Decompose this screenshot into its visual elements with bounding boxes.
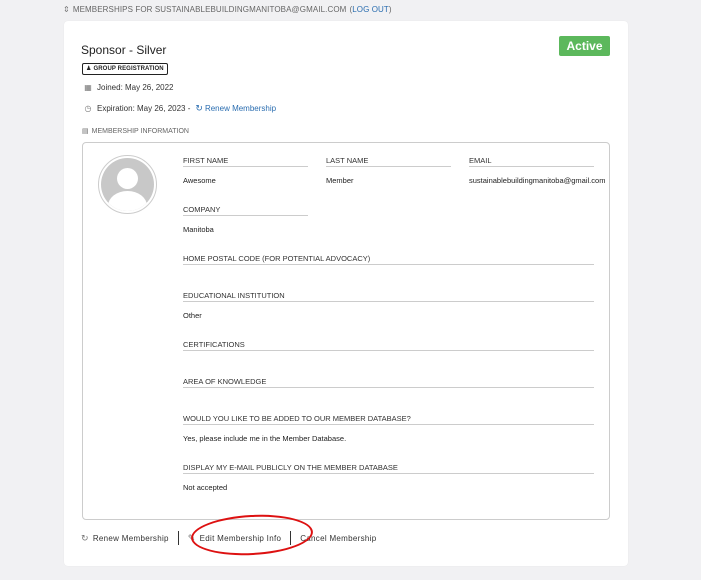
field-label: CERTIFICATIONS xyxy=(183,340,594,351)
edit-membership-label: Edit Membership Info xyxy=(199,533,282,543)
expiration-line: ◷ Expiration: May 26, 2023 - ↻ Renew Mem… xyxy=(84,103,277,114)
field-value: Yes, please include me in the Member Dat… xyxy=(183,434,347,443)
renew-link[interactable]: ↻ Renew Membership xyxy=(195,103,276,114)
field-certifications: CERTIFICATIONS xyxy=(183,340,594,351)
paren-close: ) xyxy=(388,5,392,14)
field-display-email: DISPLAY MY E-MAIL PUBLICLY ON THE MEMBER… xyxy=(183,463,594,492)
membership-title: Sponsor - Silver xyxy=(81,43,167,57)
membership-info-panel: FIRST NAME Awesome LAST NAME Member EMAI… xyxy=(82,142,610,520)
field-company: COMPANY Manitoba xyxy=(183,205,308,234)
action-separator xyxy=(290,531,292,545)
field-first-name: FIRST NAME Awesome xyxy=(183,156,308,185)
id-card-icon: ▤ xyxy=(82,128,89,135)
edit-icon: ✎ xyxy=(187,532,196,543)
field-email: EMAIL sustainablebuildingmanitoba@gmail.… xyxy=(469,156,606,185)
field-educational-institution: EDUCATIONAL INSTITUTION Other xyxy=(183,291,594,320)
membership-info-heading: ▤ MEMBERSHIP INFORMATION xyxy=(82,127,189,136)
cancel-membership-label: Cancel Membership xyxy=(300,533,377,543)
field-label: LAST NAME xyxy=(326,156,451,167)
cancel-membership-button[interactable]: Cancel Membership xyxy=(300,534,376,543)
group-registration-badge: ♟ GROUP REGISTRATION xyxy=(82,63,168,75)
field-postal-code: HOME POSTAL CODE (FOR POTENTIAL ADVOCACY… xyxy=(183,254,594,265)
membership-card: Sponsor - Silver Active ♟ GROUP REGISTRA… xyxy=(64,21,628,566)
membership-info-label: MEMBERSHIP INFORMATION xyxy=(91,127,189,135)
field-value: Awesome xyxy=(183,176,216,185)
expiration-text: Expiration: May 26, 2023 - xyxy=(97,104,191,113)
field-label: DISPLAY MY E-MAIL PUBLICLY ON THE MEMBER… xyxy=(183,463,594,474)
field-label: COMPANY xyxy=(183,205,308,216)
membership-actions: ↻ Renew Membership ✎ Edit Membership Inf… xyxy=(81,531,376,545)
field-value: Manitoba xyxy=(183,225,214,234)
field-label: EMAIL xyxy=(469,156,594,167)
group-badge-label: GROUP REGISTRATION xyxy=(93,66,164,72)
field-label: AREA OF KNOWLEDGE xyxy=(183,377,594,388)
joined-text: Joined: May 26, 2022 xyxy=(97,83,174,92)
avatar xyxy=(98,155,157,214)
field-area-of-knowledge: AREA OF KNOWLEDGE xyxy=(183,377,594,388)
field-label: HOME POSTAL CODE (FOR POTENTIAL ADVOCACY… xyxy=(183,254,594,265)
status-badge: Active xyxy=(559,36,610,56)
topbar: ⇕ MEMBERSHIPS FOR SUSTAINABLEBUILDINGMAN… xyxy=(63,5,392,14)
logout-link-wrapper: (LOG OUT) xyxy=(349,5,391,14)
field-value: Member xyxy=(326,176,354,185)
field-value: sustainablebuildingmanitoba@gmail.com xyxy=(469,176,606,185)
field-last-name: LAST NAME Member xyxy=(326,156,451,185)
clock-icon: ◷ xyxy=(84,104,92,113)
avatar-placeholder-icon xyxy=(101,158,154,211)
renew-membership-label: Renew Membership xyxy=(92,533,169,543)
field-label: WOULD YOU LIKE TO BE ADDED TO OUR MEMBER… xyxy=(183,414,594,425)
refresh-icon: ↻ xyxy=(195,103,203,113)
group-icon: ♟ xyxy=(86,66,92,72)
edit-membership-info-button[interactable]: ✎ Edit Membership Info xyxy=(188,533,281,544)
logout-link[interactable]: LOG OUT xyxy=(352,5,389,14)
field-label: EDUCATIONAL INSTITUTION xyxy=(183,291,594,302)
toggle-icon: ⇕ xyxy=(63,5,70,14)
refresh-icon: ↻ xyxy=(81,532,89,543)
action-separator xyxy=(177,531,179,545)
field-value: Other xyxy=(183,311,202,320)
memberships-for-text: MEMBERSHIPS FOR SUSTAINABLEBUILDINGMANIT… xyxy=(72,5,347,14)
field-member-database: WOULD YOU LIKE TO BE ADDED TO OUR MEMBER… xyxy=(183,414,594,443)
renew-link-label: Renew Membership xyxy=(204,104,277,113)
field-label: FIRST NAME xyxy=(183,156,308,167)
calendar-icon: ▦ xyxy=(84,83,92,92)
field-value: Not accepted xyxy=(183,483,228,492)
renew-membership-button[interactable]: ↻ Renew Membership xyxy=(81,533,169,544)
joined-line: ▦ Joined: May 26, 2022 xyxy=(84,83,174,92)
